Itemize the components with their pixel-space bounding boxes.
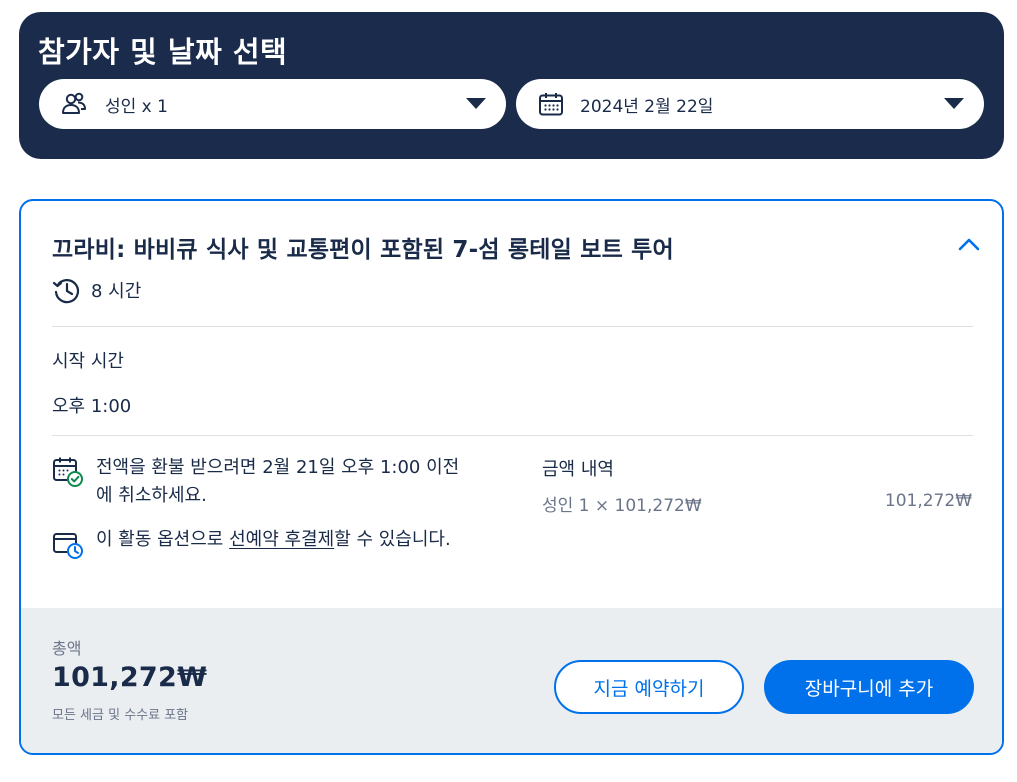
- free-cancellation-info: 전액을 환불 받으려면 2월 21일 오후 1:00 이전에 취소하세요.: [52, 454, 466, 510]
- option-title: 끄라비: 바비큐 식사 및 교통편이 포함된 7-섬 롱테일 보트 투어: [52, 237, 674, 263]
- reserve-prefix: 이 활동 옵션으로: [96, 529, 230, 550]
- date-value: 2024년 2월 22일: [580, 97, 714, 117]
- clock-history-icon: [52, 279, 80, 304]
- participants-value: 성인 x 1: [105, 97, 168, 117]
- reserve-now-pay-later-link[interactable]: 선예약 후결제: [229, 529, 334, 550]
- book-now-button[interactable]: 지금 예약하기: [554, 660, 744, 714]
- participants-selector[interactable]: 성인 x 1: [39, 79, 506, 129]
- refund-text: 전액을 환불 받으려면 2월 21일 오후 1:00 이전에 취소하세요.: [96, 457, 460, 506]
- price-line-amount: 101,272₩: [884, 491, 972, 511]
- duration: 8 시간: [52, 276, 141, 304]
- participants-date-panel: 참가자 및 날짜 선택 성인 x 1 2024년 2월 22일: [19, 12, 1004, 159]
- panel-title: 참가자 및 날짜 선택: [38, 35, 288, 69]
- calendar-icon: [539, 93, 563, 116]
- total-price: 101,272₩: [52, 662, 208, 693]
- divider: [52, 435, 973, 436]
- divider: [52, 326, 973, 327]
- calendar-check-icon: [53, 457, 83, 487]
- price-line-label: 성인 1 × 101,272₩: [542, 496, 702, 516]
- chevron-down-icon: [466, 98, 486, 109]
- total-label: 총액: [52, 639, 82, 658]
- start-time-label: 시작 시간: [52, 351, 124, 372]
- price-breakdown-label: 금액 내역: [542, 459, 614, 480]
- wallet-clock-icon: [53, 533, 83, 559]
- reserve-suffix: 할 수 있습니다.: [334, 529, 451, 550]
- chevron-up-icon[interactable]: [956, 234, 982, 254]
- card-footer: 총액 101,272₩ 모든 세금 및 수수료 포함 지금 예약하기 장바구니에…: [21, 608, 1002, 753]
- group-icon: [62, 92, 86, 114]
- total-note: 모든 세금 및 수수료 포함: [52, 708, 189, 723]
- chevron-down-icon: [944, 98, 964, 109]
- add-to-cart-button[interactable]: 장바구니에 추가: [764, 660, 974, 714]
- duration-text: 8 시간: [91, 281, 142, 302]
- start-time-value: 오후 1:00: [52, 396, 132, 417]
- reserve-text: 이 활동 옵션으로 선예약 후결제할 수 있습니다.: [96, 526, 466, 560]
- reserve-now-pay-later-info: 이 활동 옵션으로 선예약 후결제할 수 있습니다.: [52, 526, 466, 560]
- date-selector[interactable]: 2024년 2월 22일: [516, 79, 984, 129]
- tour-option-card: 끄라비: 바비큐 식사 및 교통편이 포함된 7-섬 롱테일 보트 투어 8 시…: [19, 199, 1004, 755]
